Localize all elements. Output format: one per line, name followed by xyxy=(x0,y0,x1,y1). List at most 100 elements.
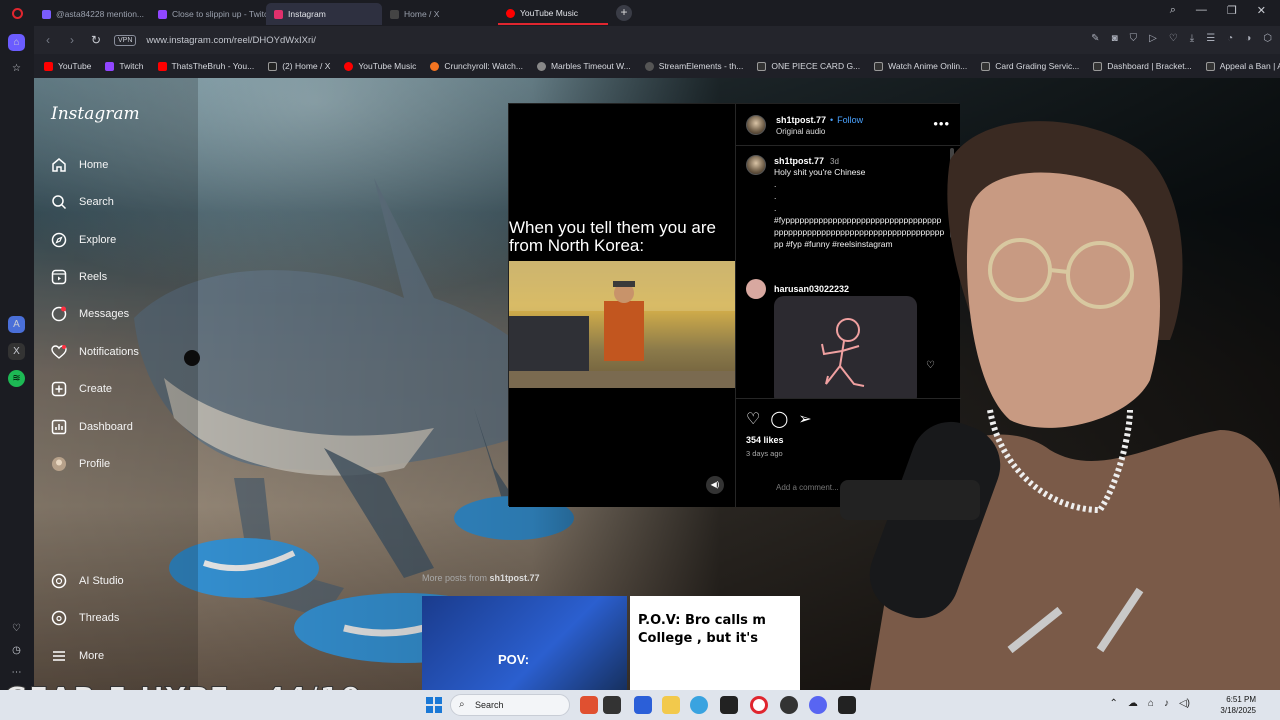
edge-icon[interactable] xyxy=(690,696,708,714)
aria-icon[interactable]: ◑ xyxy=(1245,33,1251,44)
taskbar-clock[interactable]: 6:51 PM 3/18/2025 xyxy=(1220,694,1256,716)
cloud-icon[interactable]: ☁ xyxy=(1128,698,1138,709)
microphone-icon[interactable]: ♪ xyxy=(1164,698,1169,709)
reel-video-frame[interactable] xyxy=(509,261,735,388)
twitch-icon xyxy=(105,61,115,71)
threads-icon xyxy=(50,609,68,627)
nav-label: Reels xyxy=(79,271,108,283)
nav-search[interactable]: Search xyxy=(50,193,114,211)
more-posts-user[interactable]: sh1tpost.77 xyxy=(490,573,540,583)
nav-label: Profile xyxy=(79,458,111,470)
back-icon[interactable]: ‹ xyxy=(38,33,58,47)
discord-icon[interactable] xyxy=(809,696,827,714)
nav-label: Threads xyxy=(79,612,120,624)
bookmark-one-piece[interactable]: ONE PIECE CARD G... xyxy=(757,61,860,71)
download-icon[interactable]: ⤓ xyxy=(1190,33,1194,44)
obs-icon[interactable] xyxy=(780,696,798,714)
reel-caption-text: When you tell them you are from North Ko… xyxy=(509,218,716,255)
file-explorer-icon[interactable] xyxy=(662,696,680,714)
browser-tab-bar: @asta84228 mention... Close to slippin u… xyxy=(0,0,1280,26)
nav-label: Explore xyxy=(79,234,117,246)
tab-home-x[interactable]: Home / X xyxy=(382,3,498,25)
marbles-icon xyxy=(536,61,546,71)
bookmark-streamelements[interactable]: StreamElements - th... xyxy=(644,61,743,71)
minimize-icon[interactable]: — xyxy=(1196,4,1207,17)
home-icon[interactable]: ⌂ xyxy=(8,34,25,51)
task-view-icon[interactable] xyxy=(603,696,621,714)
heart-icon[interactable]: ♡ xyxy=(1169,33,1178,44)
bookmark-favicon-icon xyxy=(757,61,767,71)
bookmark-crunchyroll[interactable]: Crunchyroll: Watch... xyxy=(430,61,523,71)
tab-instagram[interactable]: Instagram xyxy=(266,3,382,25)
chevron-up-icon[interactable]: ⌃ xyxy=(1110,698,1118,709)
reel-media[interactable]: When you tell them you are from North Ko… xyxy=(509,104,735,507)
history-icon[interactable]: ◷ xyxy=(8,642,25,659)
spotify-icon[interactable]: ≋ xyxy=(8,370,25,387)
volume-icon[interactable]: ◁) xyxy=(1179,698,1190,709)
more-icon[interactable]: ⋯ xyxy=(8,664,25,681)
taskbar-search[interactable]: ⌕ Search xyxy=(450,694,570,716)
more-posts-prefix: More posts from xyxy=(422,573,488,583)
profile-icon[interactable]: ◔ xyxy=(1227,33,1233,44)
nav-more[interactable]: More xyxy=(50,647,104,665)
nav-notifications[interactable]: Notifications xyxy=(50,343,139,361)
x-icon[interactable]: X xyxy=(8,343,25,360)
tab-favicon-icon xyxy=(42,9,51,19)
menu-icon[interactable]: ☰ xyxy=(1206,33,1215,44)
edit-icon[interactable]: ✎ xyxy=(1091,33,1099,44)
widgets-icon[interactable] xyxy=(580,696,598,714)
shield-icon[interactable]: ⛉ xyxy=(1130,33,1138,44)
close-icon[interactable]: ✕ xyxy=(1257,4,1266,17)
instagram-logo[interactable]: Instagram xyxy=(51,104,140,124)
bookmark-youtube-music[interactable]: YouTube Music xyxy=(344,61,416,71)
nav-messages[interactable]: Messages xyxy=(50,305,129,323)
bookmark-anime[interactable]: Watch Anime Onlin... xyxy=(874,61,967,71)
tab-favicon-icon xyxy=(158,9,167,19)
tab-youtube-music[interactable]: YouTube Music xyxy=(498,3,608,25)
tab-twitter-mention[interactable]: @asta84228 mention... xyxy=(34,3,150,25)
nav-profile[interactable]: Profile xyxy=(50,455,110,473)
url-field[interactable]: www.instagram.com/reel/DHOYdWxIXri/ xyxy=(146,35,315,46)
play-icon[interactable]: ▷ xyxy=(1149,33,1157,44)
more-post-thumbnail[interactable]: POV: xyxy=(422,596,627,690)
bookmark-home-x[interactable]: (2) Home / X xyxy=(268,61,330,71)
app-v-icon[interactable] xyxy=(634,696,652,714)
network-icon[interactable]: ⌂ xyxy=(1148,698,1154,709)
bookmark-youtube[interactable]: YouTube xyxy=(44,61,91,71)
heart-icon[interactable]: ♡ xyxy=(8,620,25,637)
tab-twitch[interactable]: Close to slippin up - Twitch xyxy=(150,3,266,25)
bookmark-marbles[interactable]: Marbles Timeout W... xyxy=(536,61,631,71)
opera-logo-icon[interactable] xyxy=(0,0,34,26)
reload-icon[interactable]: ↻ xyxy=(86,33,106,47)
tab-favicon-icon xyxy=(506,8,515,18)
terminal-icon[interactable] xyxy=(838,696,856,714)
camera-icon[interactable]: ◙ xyxy=(1112,33,1118,44)
vpn-badge[interactable]: VPN xyxy=(114,34,137,46)
bookmark-label: Watch Anime Onlin... xyxy=(888,61,968,71)
bookmark-card-grading[interactable]: Card Grading Servic... xyxy=(981,61,1079,71)
nav-reels[interactable]: Reels xyxy=(50,268,107,286)
nav-explore[interactable]: Explore xyxy=(50,231,116,249)
nav-create[interactable]: Create xyxy=(50,380,112,398)
nav-threads[interactable]: Threads xyxy=(50,609,119,627)
bookmark-appeal[interactable]: Appeal a Ban | Activ... xyxy=(1205,61,1280,71)
nav-home[interactable]: Home xyxy=(50,156,108,174)
extensions-icon[interactable]: ⬡ xyxy=(1263,33,1272,44)
star-icon[interactable]: ☆ xyxy=(8,60,25,77)
ai-icon[interactable]: A xyxy=(8,316,25,333)
bookmark-label: Twitch xyxy=(119,61,144,71)
nav-ai-studio[interactable]: AI Studio xyxy=(50,572,124,590)
bookmark-thatsthebruh[interactable]: ThatsTheBruh - You... xyxy=(157,61,254,71)
search-tabs-icon[interactable]: ⌕ xyxy=(1170,4,1176,17)
opera-icon[interactable] xyxy=(750,696,768,714)
app-icon[interactable] xyxy=(720,696,738,714)
windows-start-icon[interactable] xyxy=(426,697,442,713)
new-tab-button[interactable]: + xyxy=(616,5,632,21)
bookmark-twitch[interactable]: Twitch xyxy=(105,61,144,71)
bookmark-label: YouTube xyxy=(58,61,92,71)
forward-icon[interactable]: › xyxy=(62,33,82,47)
nav-dashboard[interactable]: Dashboard xyxy=(50,418,133,436)
nav-label: Create xyxy=(79,383,113,395)
maximize-icon[interactable]: ❐ xyxy=(1227,4,1237,17)
bookmark-dashboard[interactable]: Dashboard | Bracket... xyxy=(1093,61,1192,71)
